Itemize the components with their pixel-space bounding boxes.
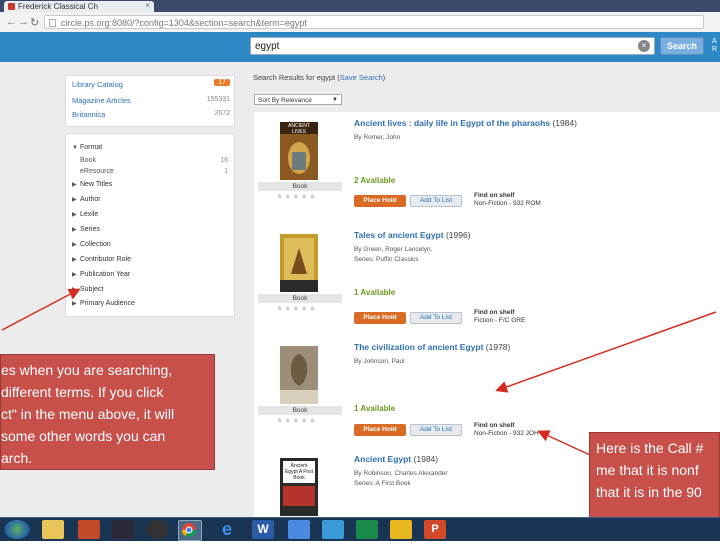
arrow-to-call-number [537,430,591,456]
callout-subject-tip: es when you are searching, different ter… [0,354,215,470]
word-icon[interactable]: W [252,520,274,539]
camera-app-icon[interactable] [146,520,168,539]
file-explorer-icon[interactable] [42,520,64,539]
callout-line: es when you are searching, [1,362,173,378]
slides-icon[interactable] [390,520,412,539]
callout-line: arch. [1,450,33,466]
internet-explorer-icon[interactable]: e [216,520,238,539]
callout-call-number-tip: Here is the Call # me that it is nonf th… [589,432,720,528]
callout-line: me that it is nonf [596,462,699,478]
callout-line: ct" in the menu above, it will [1,406,175,422]
callout-line: different terms. If you click [1,384,164,400]
callout-line: Here is the Call # [596,440,704,456]
chrome-icon[interactable] [178,520,202,541]
arrow-to-result [495,311,717,393]
callout-line: that it is in the 90 [596,484,702,500]
callout-line: some other words you can [1,428,166,444]
arrow-to-subject [1,288,81,331]
app-icon[interactable] [78,520,100,539]
media-app-icon[interactable] [112,520,134,539]
start-button-icon[interactable] [4,520,30,539]
sheets-icon[interactable] [356,520,378,539]
app-icon[interactable] [322,520,344,539]
windows-taskbar: e W P [0,517,720,541]
docs-icon[interactable] [288,520,310,539]
powerpoint-icon[interactable]: P [424,520,446,539]
